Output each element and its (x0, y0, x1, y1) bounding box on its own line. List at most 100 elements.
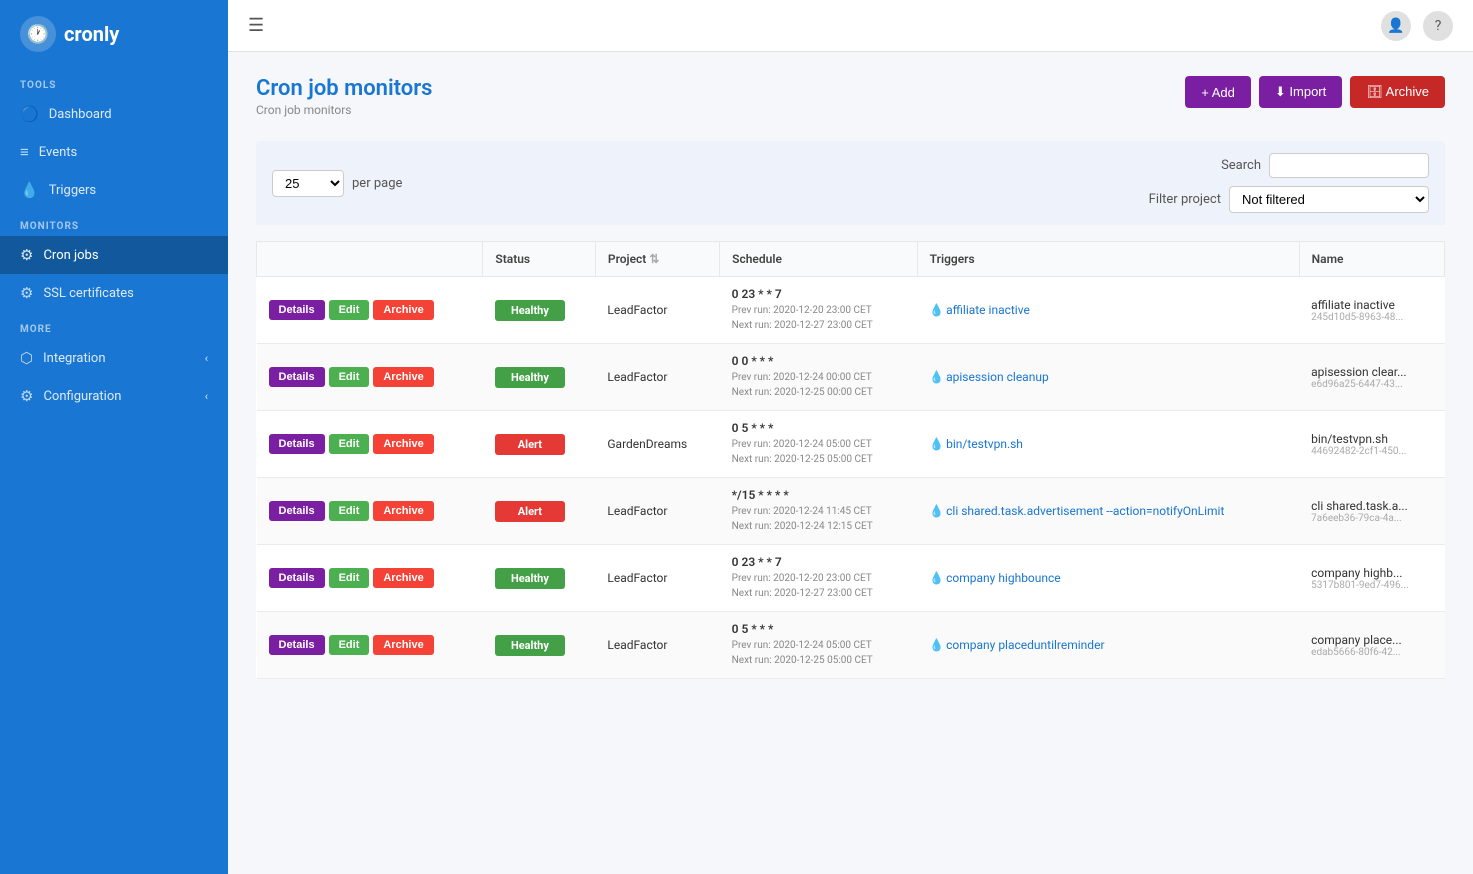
project-cell: LeadFactor (595, 344, 719, 411)
sidebar-item-label: SSL certificates (43, 286, 133, 301)
table-row: Details Edit Archive AlertGardenDreams 0… (257, 411, 1445, 478)
schedule-cell: 0 23 * * 7 Prev run: 2020-12-20 23:00 CE… (720, 545, 918, 612)
trigger-cell: 💧affiliate inactive (917, 277, 1299, 344)
schedule-sub: Prev run: 2020-12-20 23:00 CETNext run: … (732, 303, 906, 333)
search-input[interactable] (1269, 153, 1429, 178)
sidebar-item-label: Events (39, 145, 77, 160)
trigger-link[interactable]: 💧company highbounce (929, 571, 1061, 585)
status-badge: Alert (495, 434, 565, 455)
trigger-icon: 💧 (929, 638, 944, 652)
status-badge: Healthy (495, 635, 565, 656)
name-main: bin/testvpn.sh (1311, 432, 1432, 446)
trigger-link[interactable]: 💧affiliate inactive (929, 303, 1030, 317)
project-cell: GardenDreams (595, 411, 719, 478)
add-button[interactable]: + Add (1185, 76, 1251, 108)
details-button[interactable]: Details (269, 501, 325, 521)
events-icon: ≡ (20, 143, 29, 161)
archive-row-button[interactable]: Archive (373, 367, 433, 387)
row-actions-cell: Details Edit Archive (257, 344, 483, 411)
header-actions: + Add ⬇ Import 🗄 Archive (1185, 76, 1445, 108)
trigger-link[interactable]: 💧bin/testvpn.sh (929, 437, 1023, 451)
col-name: Name (1299, 242, 1444, 277)
details-button[interactable]: Details (269, 635, 325, 655)
filter-project-select[interactable]: Not filtered (1229, 186, 1429, 213)
per-page-label: per page (352, 176, 402, 191)
per-page-group: 25 10 50 100 per page (272, 170, 402, 197)
per-page-select[interactable]: 25 10 50 100 (272, 170, 344, 197)
col-actions (257, 242, 483, 277)
page-title-group: Cron job monitors Cron job monitors (256, 76, 432, 117)
integration-arrow: ‹ (205, 352, 208, 365)
sidebar-logo: 🕐 cronly (0, 0, 228, 68)
schedule-cell: */15 * * * * Prev run: 2020-12-24 11:45 … (720, 478, 918, 545)
ssl-icon: ⚙ (20, 284, 33, 302)
row-actions-cell: Details Edit Archive (257, 411, 483, 478)
details-button[interactable]: Details (269, 367, 325, 387)
status-cell: Healthy (483, 545, 595, 612)
table-row: Details Edit Archive HealthyLeadFactor 0… (257, 545, 1445, 612)
logo-text: cronly (64, 22, 119, 46)
table-row: Details Edit Archive HealthyLeadFactor 0… (257, 612, 1445, 679)
status-badge: Alert (495, 501, 565, 522)
sidebar-item-events[interactable]: ≡ Events (0, 133, 228, 171)
sidebar-item-label: Triggers (49, 183, 96, 198)
sidebar-item-triggers[interactable]: 💧 Triggers (0, 171, 228, 209)
name-main: apisession clear... (1311, 365, 1432, 379)
table-row: Details Edit Archive HealthyLeadFactor 0… (257, 344, 1445, 411)
details-button[interactable]: Details (269, 568, 325, 588)
import-button[interactable]: ⬇ Import (1259, 76, 1342, 108)
schedule-main: */15 * * * * (732, 488, 906, 502)
name-main: company place... (1311, 633, 1432, 647)
name-main: affiliate inactive (1311, 298, 1432, 312)
row-actions-cell: Details Edit Archive (257, 277, 483, 344)
sidebar-item-cron-jobs[interactable]: ⚙ Cron jobs (0, 236, 228, 274)
search-row: Search (1221, 153, 1429, 178)
trigger-cell: 💧cli shared.task.advertisement --action=… (917, 478, 1299, 545)
hamburger-button[interactable]: ☰ (248, 15, 264, 36)
col-project: Project ⇅ (595, 242, 719, 277)
edit-button[interactable]: Edit (329, 367, 370, 387)
schedule-sub: Prev run: 2020-12-20 23:00 CETNext run: … (732, 571, 906, 601)
archive-row-button[interactable]: Archive (373, 568, 433, 588)
sidebar-item-configuration[interactable]: ⚙ Configuration ‹ (0, 377, 228, 415)
trigger-cell: 💧bin/testvpn.sh (917, 411, 1299, 478)
col-status: Status (483, 242, 595, 277)
archive-row-button[interactable]: Archive (373, 434, 433, 454)
edit-button[interactable]: Edit (329, 300, 370, 320)
trigger-link[interactable]: 💧apisession cleanup (929, 370, 1049, 384)
trigger-cell: 💧company highbounce (917, 545, 1299, 612)
help-icon[interactable]: ? (1423, 11, 1453, 41)
details-button[interactable]: Details (269, 434, 325, 454)
schedule-sub: Prev run: 2020-12-24 00:00 CETNext run: … (732, 370, 906, 400)
sidebar-item-dashboard[interactable]: 🔵 Dashboard (0, 95, 228, 133)
content-area: Cron job monitors Cron job monitors + Ad… (228, 52, 1473, 874)
archive-row-button[interactable]: Archive (373, 300, 433, 320)
edit-button[interactable]: Edit (329, 501, 370, 521)
row-actions: Details Edit Archive (269, 367, 471, 387)
name-sub: edab5666-80f6-42... (1311, 647, 1432, 658)
edit-button[interactable]: Edit (329, 434, 370, 454)
archive-row-button[interactable]: Archive (373, 635, 433, 655)
sidebar-item-ssl[interactable]: ⚙ SSL certificates (0, 274, 228, 312)
archive-button[interactable]: 🗄 Archive (1350, 76, 1445, 108)
name-cell: apisession clear... e6d96a25-6447-43... (1299, 344, 1444, 411)
name-main: cli shared.task.a... (1311, 499, 1432, 513)
monitors-section-label: MONITORS (0, 209, 228, 236)
project-cell: LeadFactor (595, 545, 719, 612)
sidebar-item-integration[interactable]: ⬡ Integration ‹ (0, 339, 228, 377)
search-group: Search Filter project Not filtered (1149, 153, 1429, 213)
status-cell: Alert (483, 478, 595, 545)
edit-button[interactable]: Edit (329, 568, 370, 588)
details-button[interactable]: Details (269, 300, 325, 320)
row-actions: Details Edit Archive (269, 434, 471, 454)
row-actions: Details Edit Archive (269, 568, 471, 588)
user-icon[interactable]: 👤 (1381, 11, 1411, 41)
trigger-link[interactable]: 💧cli shared.task.advertisement --action=… (929, 504, 1224, 518)
status-cell: Healthy (483, 612, 595, 679)
page-subtitle: Cron job monitors (256, 103, 432, 117)
name-sub: 245d10d5-8963-48... (1311, 312, 1432, 323)
trigger-link[interactable]: 💧company placeduntilreminder (929, 638, 1104, 652)
edit-button[interactable]: Edit (329, 635, 370, 655)
archive-row-button[interactable]: Archive (373, 501, 433, 521)
schedule-main: 0 23 * * 7 (732, 555, 906, 569)
